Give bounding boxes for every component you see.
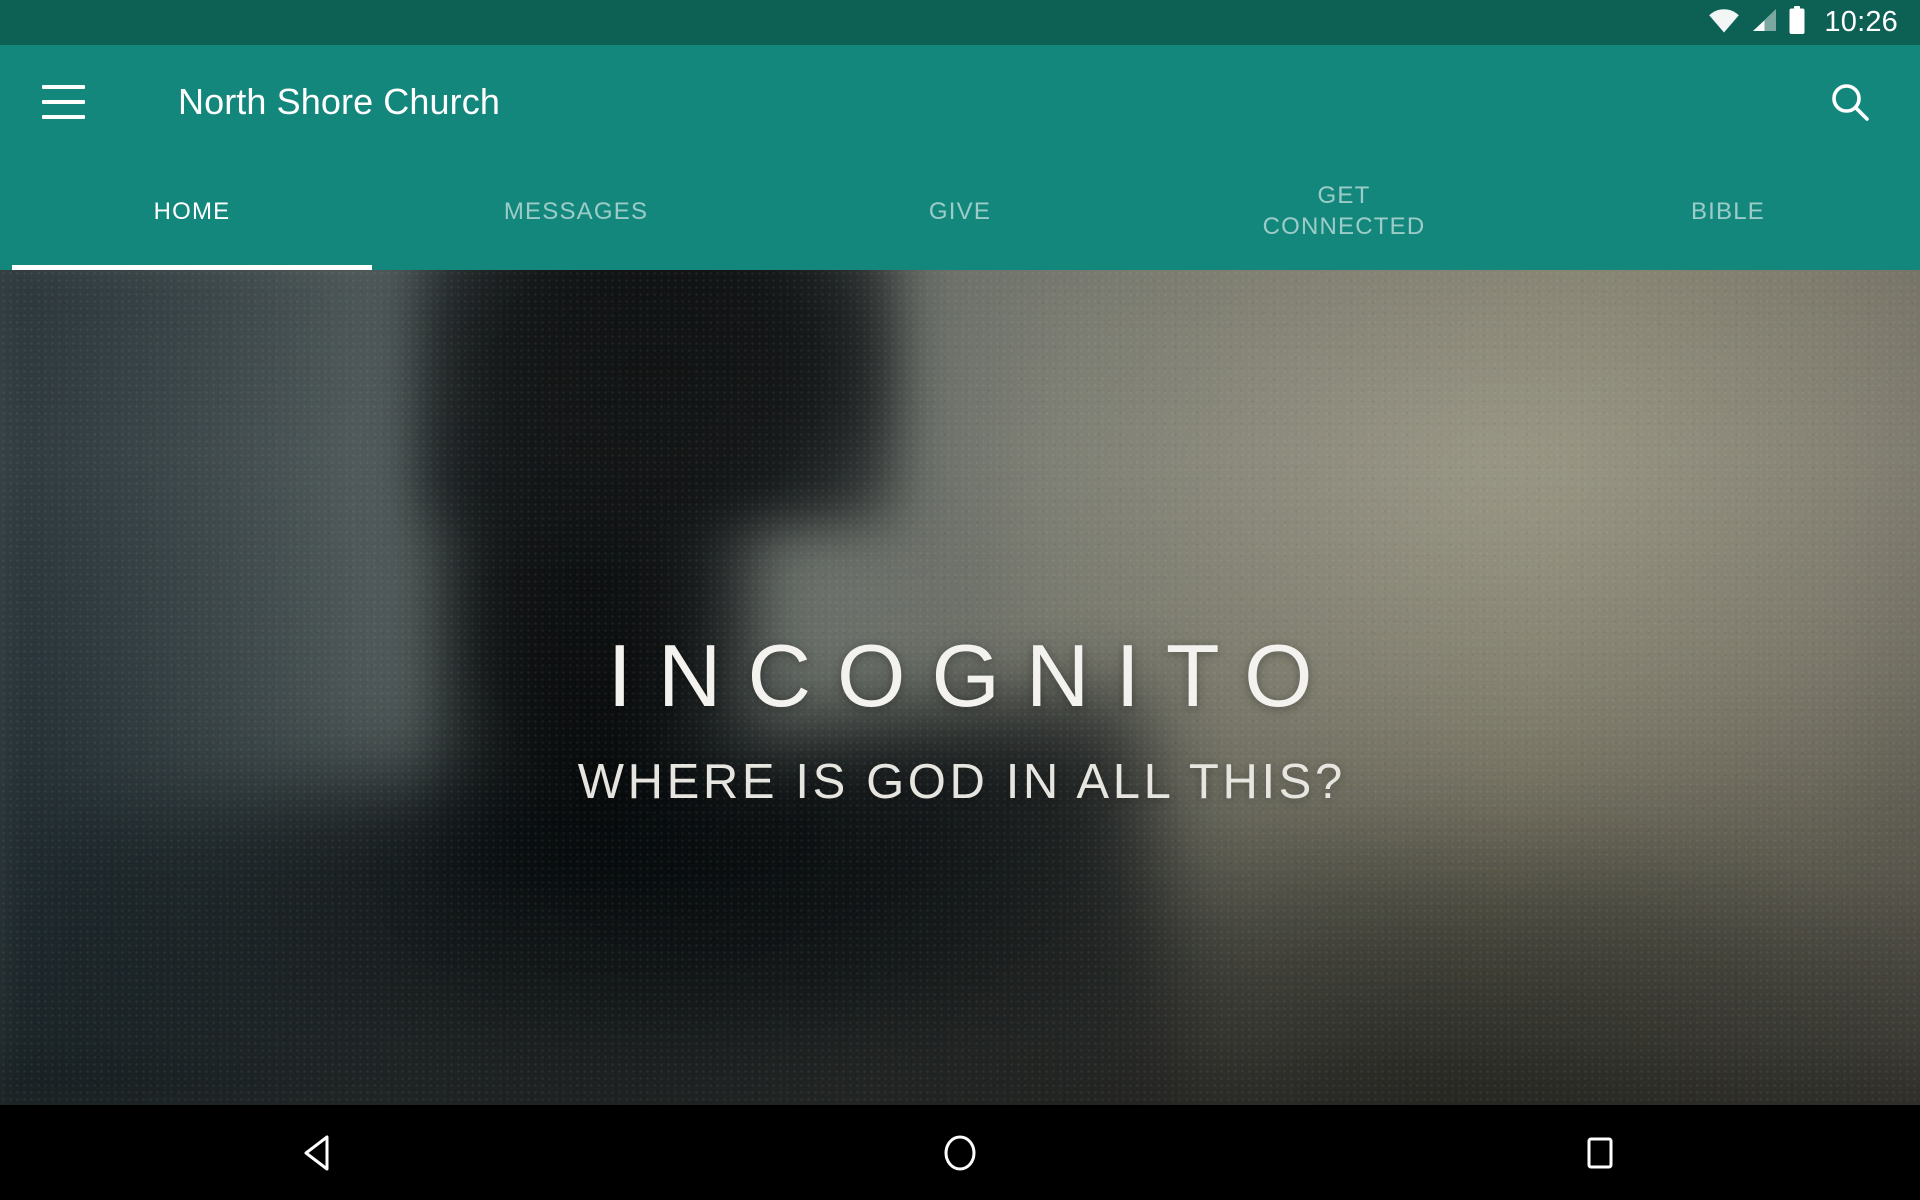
tab-bible[interactable]: BIBLE <box>1536 158 1920 270</box>
hero-banner[interactable]: INCOGNITO WHERE IS GOD IN ALL THIS? <box>0 270 1920 1105</box>
recents-square-icon <box>1578 1131 1622 1175</box>
tab-get-connected[interactable]: GET CONNECTED <box>1152 158 1536 270</box>
home-button[interactable] <box>640 1105 1280 1200</box>
hero-title: INCOGNITO <box>607 626 1339 725</box>
hamburger-line <box>42 84 85 89</box>
hamburger-line <box>42 114 85 119</box>
tab-messages-label: MESSAGES <box>503 197 649 225</box>
search-icon[interactable] <box>1818 70 1882 134</box>
tab-bible-label: BIBLE <box>1690 197 1766 225</box>
tab-home-label: HOME <box>153 197 231 225</box>
tab-give-label: GIVE <box>928 197 992 225</box>
hamburger-menu-icon[interactable] <box>42 72 102 132</box>
cellular-signal-icon <box>1750 7 1778 38</box>
app-bar-top-row: North Shore Church <box>0 45 1920 158</box>
tab-messages[interactable]: MESSAGES <box>384 158 768 270</box>
back-triangle-icon <box>298 1131 342 1175</box>
status-bar-clock: 10:26 <box>1824 6 1898 38</box>
recents-button[interactable] <box>1280 1105 1920 1200</box>
android-app-screen: 10:26 North Shore Church HOME MESSAGES G… <box>0 0 1920 1200</box>
hero-subtitle: WHERE IS GOD IN ALL THIS? <box>577 755 1346 809</box>
home-circle-icon <box>938 1131 982 1175</box>
tab-home[interactable]: HOME <box>0 158 384 270</box>
app-title: North Shore Church <box>178 80 500 122</box>
hero-caption: INCOGNITO WHERE IS GOD IN ALL THIS? <box>0 270 1920 1105</box>
wifi-icon <box>1708 7 1740 38</box>
tab-get-connected-label: GET CONNECTED <box>1262 182 1426 240</box>
battery-icon <box>1788 5 1806 40</box>
hamburger-line <box>42 99 85 104</box>
android-navigation-bar <box>0 1105 1920 1200</box>
tab-give[interactable]: GIVE <box>768 158 1152 270</box>
status-bar: 10:26 <box>0 0 1920 45</box>
app-bar: North Shore Church HOME MESSAGES GIVE GE… <box>0 45 1920 270</box>
tab-bar: HOME MESSAGES GIVE GET CONNECTED BIBLE <box>0 158 1920 270</box>
status-bar-icons: 10:26 <box>1708 5 1898 40</box>
back-button[interactable] <box>0 1105 640 1200</box>
